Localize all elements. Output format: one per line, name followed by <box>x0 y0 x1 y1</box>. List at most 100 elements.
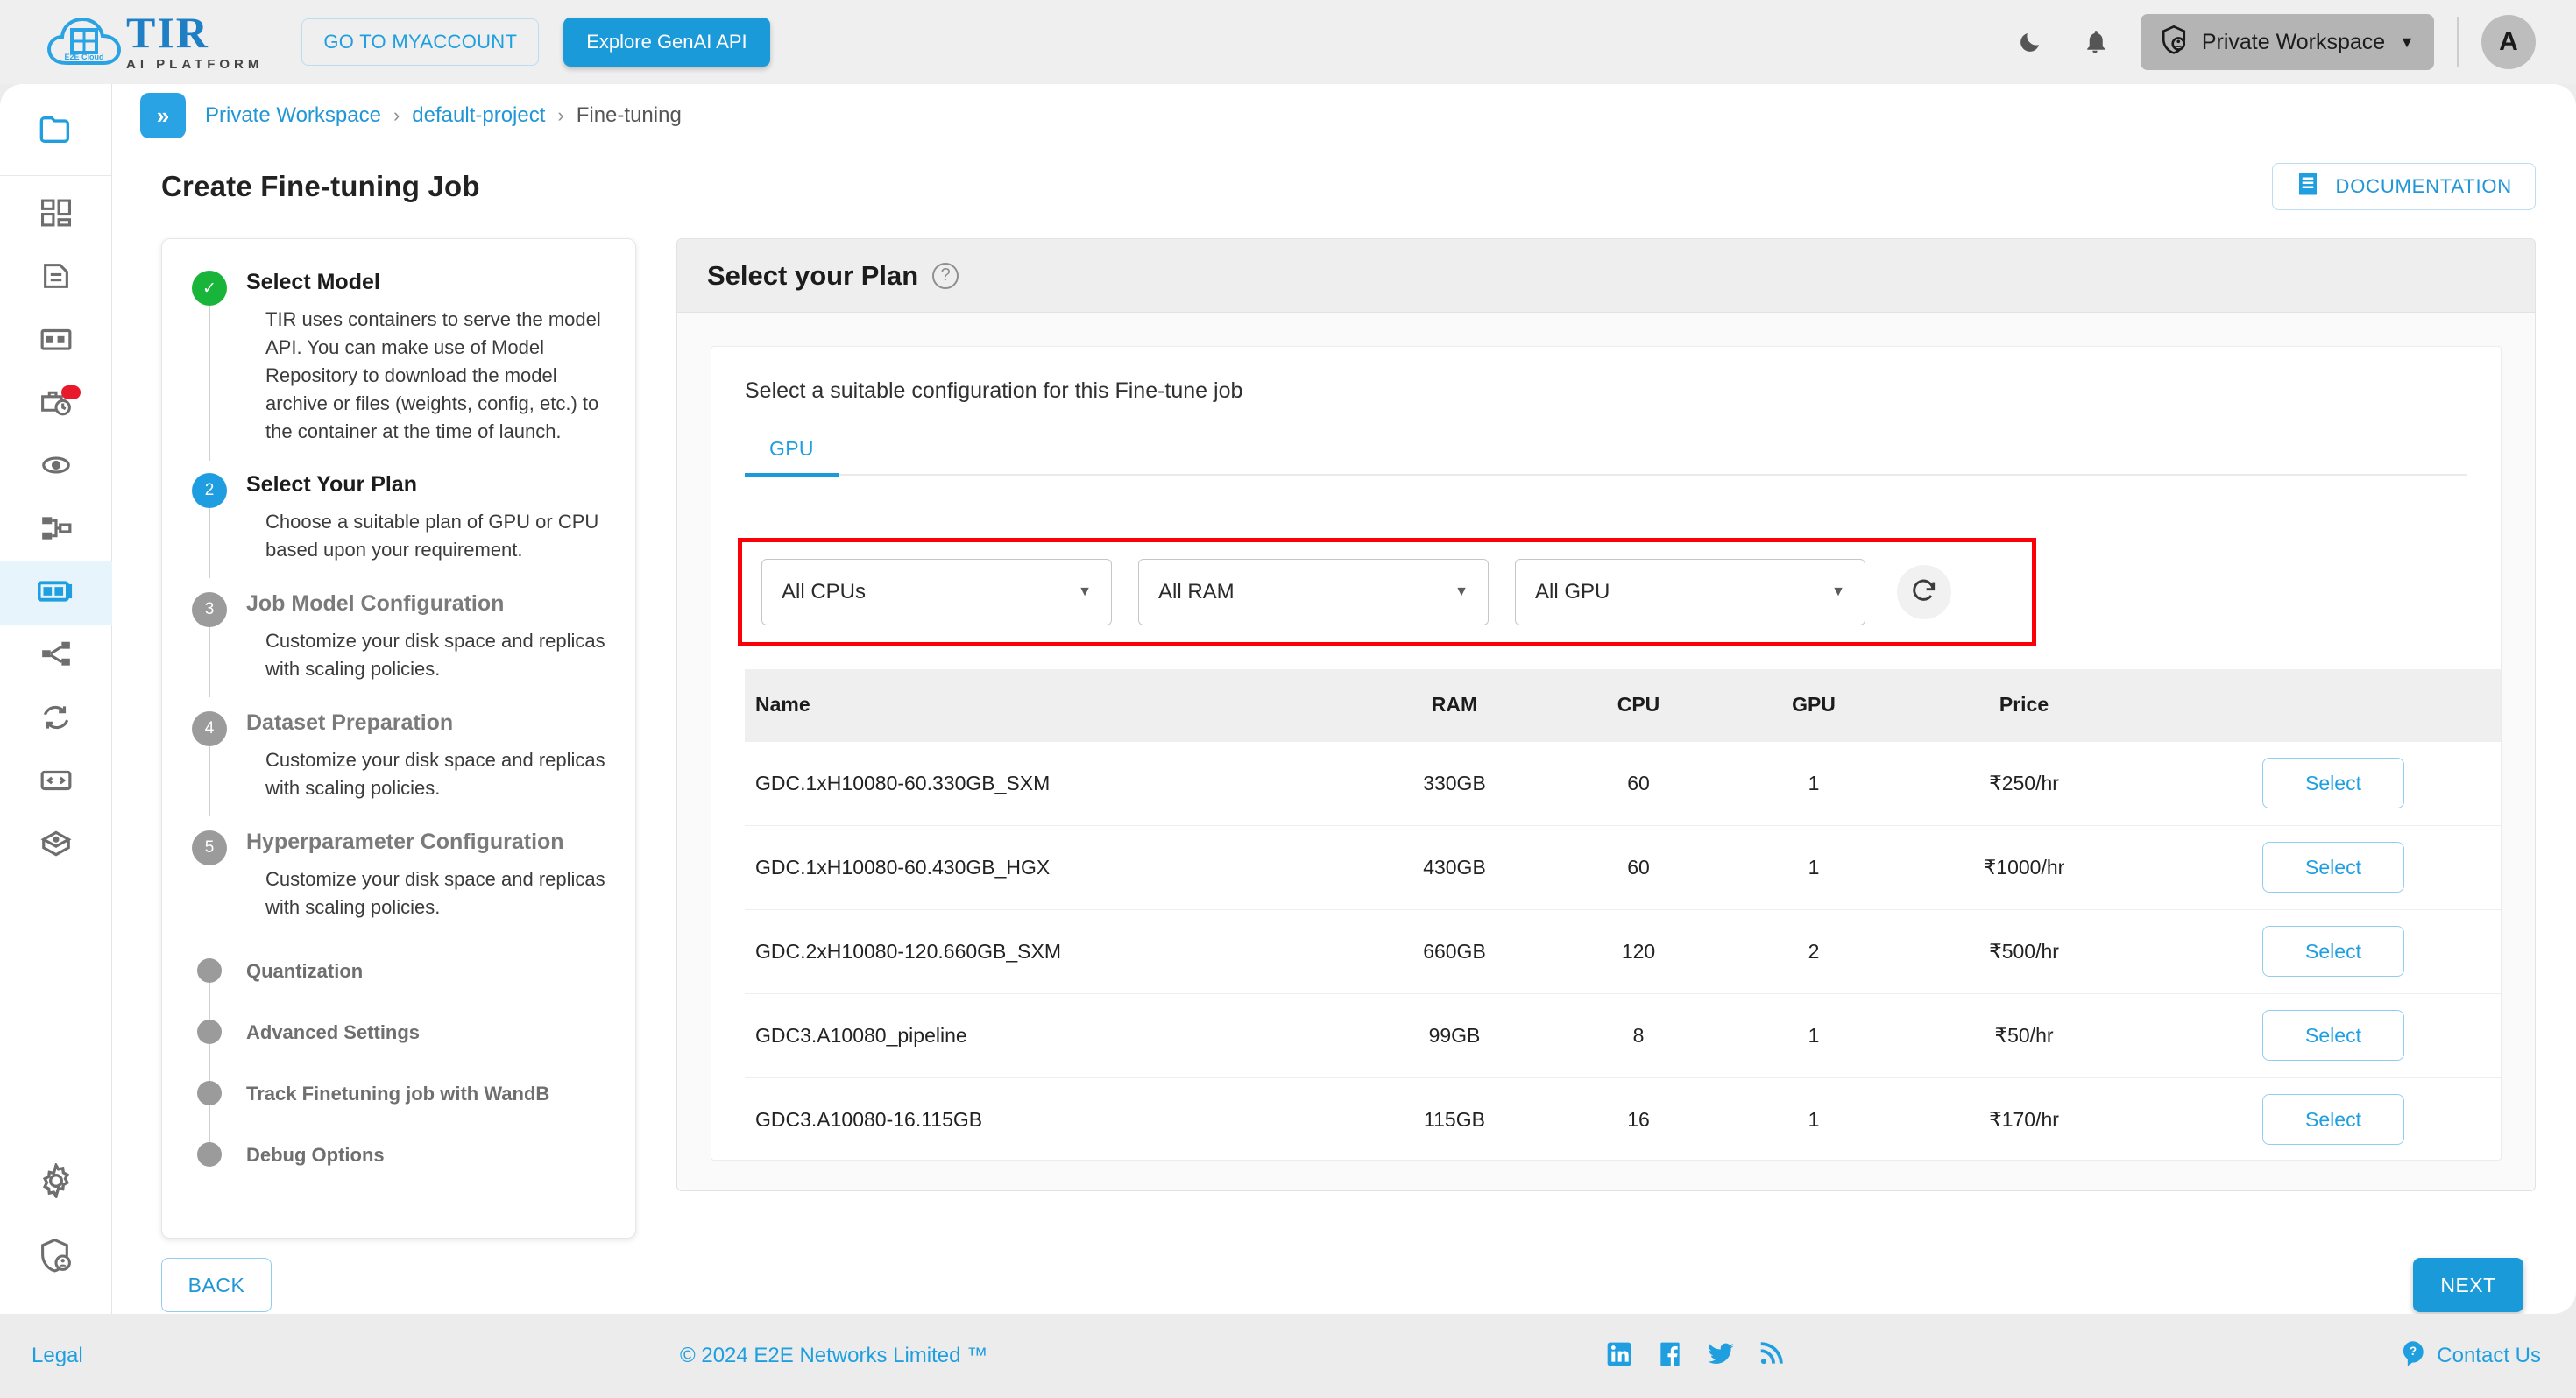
back-button[interactable]: BACK <box>161 1258 272 1312</box>
cell-action: Select <box>2147 825 2501 910</box>
documentation-button[interactable]: DOCUMENTATION <box>2271 163 2536 210</box>
filter-gpu-select[interactable]: All GPU ▼ <box>1515 559 1865 625</box>
filter-ram-select[interactable]: All RAM ▼ <box>1138 559 1489 625</box>
e2e-cloud-logo-icon: E2E Cloud <box>46 14 123 70</box>
sidebar-item-settings[interactable] <box>0 1151 112 1214</box>
moon-icon[interactable] <box>2009 21 2051 63</box>
breadcrumb-separator: › <box>393 104 400 126</box>
sidebar-item-jobs[interactable] <box>0 372 112 435</box>
refresh-button[interactable] <box>1897 565 1951 619</box>
table-icon <box>39 326 73 357</box>
cell-gpu: 1 <box>1726 993 1901 1078</box>
footer-contact-us[interactable]: ? Contact Us <box>2400 1340 2541 1373</box>
plan-subheading: Select a suitable configuration for this… <box>745 378 1243 403</box>
step-bullet-idle: 4 <box>192 710 227 746</box>
brand-logo[interactable]: E2E Cloud TIR AI PLATFORM <box>46 8 263 72</box>
deploy-icon <box>39 451 73 484</box>
sidebar-item-model-endpoints[interactable] <box>0 625 112 688</box>
step-connector <box>209 507 210 578</box>
select-plan-title: Select your Plan <box>707 259 919 291</box>
breadcrumb: » Private Workspace › default-project › … <box>112 84 2576 147</box>
step-dataset-preparation[interactable]: 4 Dataset Preparation Customize your dis… <box>192 710 609 817</box>
sidebar-item-access-control[interactable] <box>0 1226 112 1289</box>
sidebar-item-folder[interactable] <box>0 100 112 163</box>
table-row[interactable]: GDC.1xH10080-60.330GB_SXM 330GB 60 1 ₹25… <box>745 740 2501 826</box>
sidebar-item-api[interactable] <box>0 751 112 814</box>
sidebar-item-dashboard[interactable] <box>0 183 112 246</box>
step-marker: 2 <box>204 480 215 499</box>
step-hyperparameter-configuration[interactable]: 5 Hyperparameter Configuration Customize… <box>192 829 609 921</box>
linkedin-icon[interactable] <box>1605 1340 1633 1373</box>
breadcrumb-item-project[interactable]: default-project <box>412 103 545 128</box>
step-select-model[interactable]: ✓ Select Model TIR uses containers to se… <box>192 269 609 461</box>
step-job-model-configuration[interactable]: 3 Job Model Configuration Customize your… <box>192 590 609 697</box>
sidebar-item-notebooks[interactable] <box>0 246 112 309</box>
column-header-name: Name <box>755 693 810 717</box>
select-plan-button[interactable]: Select <box>2262 1094 2404 1145</box>
select-plan-button[interactable]: Select <box>2262 1010 2404 1061</box>
sidebar-expand-button[interactable]: » <box>140 93 186 138</box>
cell-ram: 115GB <box>1358 1077 1551 1160</box>
page-title: Create Fine-tuning Job <box>161 170 480 202</box>
table-row[interactable]: GDC3.A10080_pipeline 99GB 8 1 ₹50/hr Sel… <box>745 993 2501 1078</box>
select-plan-panel: Select your Plan ? Select a suitable con… <box>676 238 2536 1191</box>
sidebar-item-fine-tuning[interactable] <box>0 561 112 625</box>
substep-bullet <box>197 1081 222 1106</box>
logo-title: TIR <box>126 8 209 58</box>
breadcrumb-item-workspace[interactable]: Private Workspace <box>205 103 381 128</box>
substep-label: Track Finetuning job with WandB <box>246 1083 550 1105</box>
footer-contact-label[interactable]: Contact Us <box>2437 1344 2541 1368</box>
table-header-row: Name RAM CPU GPU Price <box>745 669 2501 741</box>
sync-icon <box>39 704 73 735</box>
cell-name: GDC.1xH10080-60.330GB_SXM <box>745 740 1358 826</box>
sidebar-item-registry[interactable] <box>0 814 112 877</box>
substep-quantization[interactable]: Quantization <box>192 958 609 1034</box>
table-row[interactable]: GDC.1xH10080-60.430GB_HGX 430GB 60 1 ₹10… <box>745 825 2501 910</box>
sidebar-item-inference[interactable] <box>0 435 112 498</box>
facebook-icon[interactable] <box>1656 1340 1684 1373</box>
select-plan-button[interactable]: Select <box>2262 842 2404 893</box>
question-circle-icon[interactable]: ? <box>932 262 959 289</box>
substep-label: Quantization <box>246 960 364 983</box>
double-chevron-right-icon: » <box>156 102 170 129</box>
workspace-label: Private Workspace <box>2201 29 2386 54</box>
step-connector <box>209 626 210 697</box>
select-plan-button[interactable]: Select <box>2262 758 2404 808</box>
filter-ram-value: All RAM <box>1158 580 1235 604</box>
sidebar-item-datasets[interactable] <box>0 309 112 372</box>
tab-gpu[interactable]: GPU <box>745 428 839 477</box>
step-marker: 4 <box>204 718 215 738</box>
wizard-action-bar: BACK NEXT <box>112 1239 2576 1312</box>
step-title: Select Model <box>246 270 380 294</box>
column-header-gpu: GPU <box>1792 693 1836 717</box>
substep-track-wandb[interactable]: Track Finetuning job with WandB <box>192 1081 609 1157</box>
chevron-down-icon: ▼ <box>2399 32 2415 51</box>
filter-cpu-select[interactable]: All CPUs ▼ <box>761 559 1112 625</box>
cell-gpu: 1 <box>1726 825 1901 910</box>
substep-advanced-settings[interactable]: Advanced Settings <box>192 1020 609 1096</box>
sidebar-item-pipelines[interactable] <box>0 498 112 561</box>
table-row[interactable]: GDC.2xH10080-120.660GB_SXM 660GB 120 2 ₹… <box>745 909 2501 994</box>
twitter-icon[interactable] <box>1707 1340 1735 1373</box>
substep-label: Debug Options <box>246 1144 385 1167</box>
avatar[interactable]: A <box>2481 15 2536 69</box>
bell-icon[interactable] <box>2074 21 2116 63</box>
next-button[interactable]: NEXT <box>2413 1258 2523 1312</box>
footer-legal-link[interactable]: Legal <box>32 1344 83 1368</box>
explore-genai-api-button[interactable]: Explore GenAI API <box>563 18 770 67</box>
cell-gpu: 2 <box>1726 909 1901 994</box>
sidebar-item-sync[interactable] <box>0 688 112 751</box>
substep-debug-options[interactable]: Debug Options <box>192 1142 609 1168</box>
chevron-down-icon: ▼ <box>1454 584 1468 599</box>
cell-cpu: 60 <box>1551 825 1726 910</box>
step-select-your-plan[interactable]: 2 Select Your Plan Choose a suitable pla… <box>192 471 609 578</box>
page-footer: Legal © 2024 E2E Networks Limited ™ ? Co… <box>0 1314 2576 1398</box>
cell-price: ₹50/hr <box>1901 993 2147 1078</box>
go-to-myaccount-button[interactable]: GO TO MYACCOUNT <box>301 18 540 66</box>
workspace-selector[interactable]: Private Workspace ▼ <box>2140 14 2434 70</box>
column-header-ram: RAM <box>1431 693 1478 717</box>
select-plan-header: Select your Plan ? <box>677 239 2535 313</box>
table-row[interactable]: GDC3.A10080-16.115GB 115GB 16 1 ₹170/hr … <box>745 1077 2501 1160</box>
rss-icon[interactable] <box>1758 1340 1784 1373</box>
select-plan-button[interactable]: Select <box>2262 926 2404 977</box>
